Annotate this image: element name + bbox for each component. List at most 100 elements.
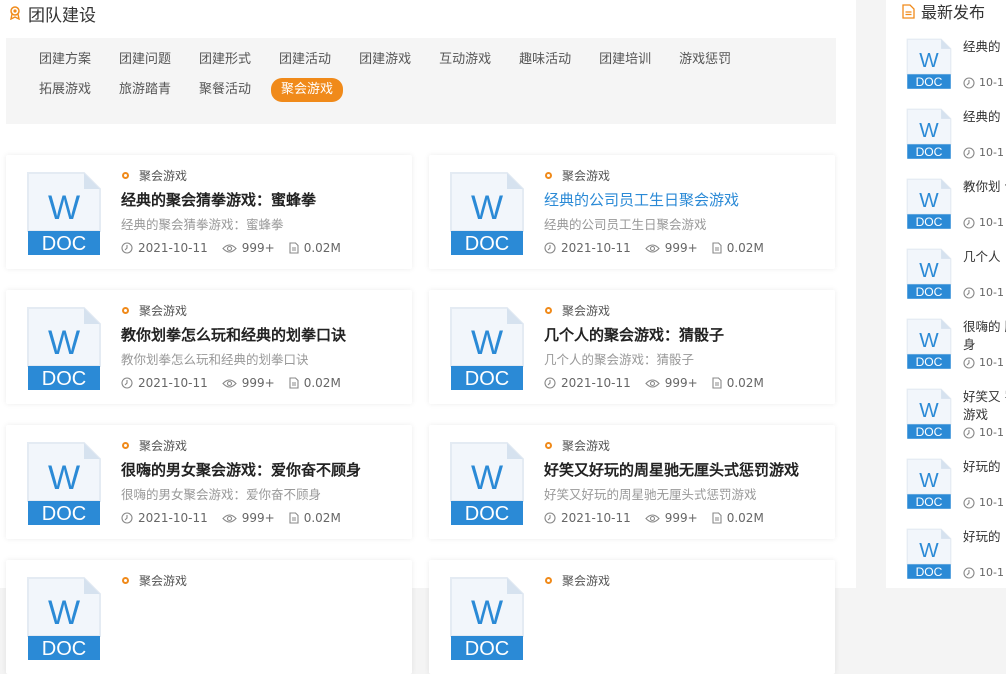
- tag-item[interactable]: 团建游戏: [351, 50, 419, 70]
- tag-item[interactable]: 游戏惩罚: [671, 50, 739, 70]
- article-card[interactable]: W DOC 聚会游戏 好笑又好玩的周星驰无厘头式惩罚游戏 好笑又好玩的周星驰无厘头式惩罚…: [429, 425, 835, 539]
- sidebar-item-title[interactable]: 很嗨的 顾身: [963, 318, 1006, 354]
- sidebar-item-title[interactable]: 教你划 诀: [963, 178, 1006, 196]
- clock-icon: [544, 242, 556, 254]
- doc-file-icon: W DOC: [906, 108, 952, 159]
- card-category[interactable]: 聚会游戏: [545, 167, 610, 184]
- card-title[interactable]: 好笑又好玩的周星驰无厘头式惩罚游戏: [544, 459, 799, 480]
- tag-item[interactable]: 趣味活动: [511, 50, 579, 70]
- sidebar-item-title[interactable]: 好笑又 罚游戏: [963, 388, 1006, 424]
- card-title[interactable]: 经典的聚会猜拳游戏：蜜蜂拳: [121, 189, 316, 210]
- eye-icon: [644, 243, 660, 253]
- sidebar-item[interactable]: W DOC 经典的 10-1: [906, 108, 1006, 170]
- article-card[interactable]: W DOC 聚会游戏: [429, 560, 835, 674]
- eye-icon: [221, 378, 237, 388]
- tag-active[interactable]: 聚会游戏: [271, 78, 344, 102]
- svg-text:DOC: DOC: [42, 638, 86, 660]
- sidebar-item[interactable]: W DOC 很嗨的 顾身 10-1: [906, 318, 1006, 380]
- sidebar-item-title[interactable]: 几个人: [963, 248, 1006, 266]
- sidebar-doc-thumbnail[interactable]: W DOC: [906, 388, 952, 440]
- doc-thumbnail[interactable]: W DOC: [26, 576, 102, 662]
- sidebar-item-title[interactable]: 经典的: [963, 108, 1006, 126]
- sidebar-item[interactable]: W DOC 好玩的 10-1: [906, 528, 1006, 590]
- sidebar-item[interactable]: W DOC 经典的 10-1: [906, 38, 1006, 100]
- tag-item[interactable]: 互动游戏: [431, 50, 499, 70]
- sidebar-item-meta: 10-1: [963, 286, 1004, 299]
- card-category[interactable]: 聚会游戏: [122, 302, 187, 319]
- sidebar-doc-thumbnail[interactable]: W DOC: [906, 178, 952, 230]
- svg-text:W: W: [919, 329, 939, 352]
- tag-item[interactable]: 拓展游戏: [31, 80, 99, 100]
- file-size-icon: [289, 512, 299, 524]
- category-dot-icon: [122, 577, 129, 584]
- article-card[interactable]: W DOC 聚会游戏 经典的公司员工生日聚会游戏 经典的公司员工生日聚会游戏 2021-1…: [429, 155, 835, 269]
- card-size: 0.02M: [303, 376, 341, 390]
- svg-text:W: W: [48, 324, 80, 362]
- card-category[interactable]: 聚会游戏: [545, 437, 610, 454]
- tag-item[interactable]: 团建培训: [591, 50, 659, 70]
- sidebar-item-date: 10-1: [979, 426, 1004, 439]
- card-views: 999+: [664, 511, 698, 525]
- clock-icon: [963, 216, 975, 229]
- sidebar-doc-thumbnail[interactable]: W DOC: [906, 248, 952, 300]
- doc-thumbnail[interactable]: W DOC: [449, 306, 525, 392]
- sidebar-item[interactable]: W DOC 好笑又 罚游戏 10-1: [906, 388, 1006, 450]
- card-category[interactable]: 聚会游戏: [122, 572, 187, 589]
- sidebar-item-title[interactable]: 好玩的: [963, 528, 1006, 546]
- sidebar-doc-thumbnail[interactable]: W DOC: [906, 458, 952, 510]
- svg-text:DOC: DOC: [916, 215, 943, 229]
- tag-item[interactable]: 团建活动: [271, 50, 339, 70]
- clock-icon: [544, 377, 556, 389]
- sidebar-doc-thumbnail[interactable]: W DOC: [906, 528, 952, 580]
- sidebar-item-title[interactable]: 好玩的: [963, 458, 1006, 476]
- doc-thumbnail[interactable]: W DOC: [449, 441, 525, 527]
- card-title[interactable]: 几个人的聚会游戏：猜骰子: [544, 324, 724, 345]
- svg-text:W: W: [919, 399, 939, 422]
- tag-item[interactable]: 聚餐活动: [191, 80, 259, 100]
- sidebar-item[interactable]: W DOC 几个人 10-1: [906, 248, 1006, 310]
- tag-item[interactable]: 团建形式: [191, 50, 259, 70]
- tag-item[interactable]: 旅游踏青: [111, 80, 179, 100]
- card-views: 999+: [241, 511, 275, 525]
- doc-thumbnail[interactable]: W DOC: [449, 576, 525, 662]
- sidebar-item-date: 10-1: [979, 76, 1004, 89]
- svg-text:W: W: [919, 119, 939, 142]
- doc-thumbnail[interactable]: W DOC: [26, 441, 102, 527]
- card-category[interactable]: 聚会游戏: [545, 572, 610, 589]
- article-card[interactable]: W DOC 聚会游戏 几个人的聚会游戏：猜骰子 几个人的聚会游戏：猜骰子 2021-10-…: [429, 290, 835, 404]
- sidebar-item-title[interactable]: 经典的: [963, 38, 1006, 56]
- doc-file-icon: W DOC: [450, 577, 524, 660]
- svg-text:W: W: [471, 594, 503, 632]
- svg-text:DOC: DOC: [916, 75, 943, 89]
- card-title[interactable]: 教你划拳怎么玩和经典的划拳口诀: [121, 324, 346, 345]
- article-card[interactable]: W DOC 聚会游戏: [6, 560, 412, 674]
- article-card[interactable]: W DOC 聚会游戏 经典的聚会猜拳游戏：蜜蜂拳 经典的聚会猜拳游戏：蜜蜂拳 2021-1…: [6, 155, 412, 269]
- tag-item[interactable]: 团建问题: [111, 50, 179, 70]
- card-category[interactable]: 聚会游戏: [545, 302, 610, 319]
- doc-file-icon: W DOC: [450, 307, 524, 390]
- card-category[interactable]: 聚会游戏: [122, 437, 187, 454]
- sidebar-doc-thumbnail[interactable]: W DOC: [906, 108, 952, 160]
- card-size: 0.02M: [726, 511, 764, 525]
- doc-thumbnail[interactable]: W DOC: [26, 171, 102, 257]
- doc-thumbnail[interactable]: W DOC: [449, 171, 525, 257]
- sidebar-doc-thumbnail[interactable]: W DOC: [906, 38, 952, 90]
- sidebar-item[interactable]: W DOC 好玩的 10-1: [906, 458, 1006, 520]
- card-title[interactable]: 经典的公司员工生日聚会游戏: [544, 189, 739, 210]
- card-title[interactable]: 很嗨的男女聚会游戏：爱你奋不顾身: [121, 459, 361, 480]
- doc-file-icon: W DOC: [906, 318, 952, 369]
- category-dot-icon: [545, 577, 552, 584]
- tag-list: 团建方案 团建问题 团建形式 团建活动 团建游戏 互动游戏 趣味活动 团建培训 游戏惩罚拓展游戏…: [31, 50, 831, 102]
- category-dot-icon: [122, 307, 129, 314]
- card-views: 999+: [664, 376, 698, 390]
- article-card[interactable]: W DOC 聚会游戏 教你划拳怎么玩和经典的划拳口诀 教你划拳怎么玩和经典的划拳口诀 20…: [6, 290, 412, 404]
- doc-thumbnail[interactable]: W DOC: [26, 306, 102, 392]
- tag-item[interactable]: 团建方案: [31, 50, 99, 70]
- doc-file-icon: W DOC: [27, 577, 101, 660]
- eye-icon: [221, 513, 237, 523]
- svg-text:DOC: DOC: [916, 425, 943, 439]
- article-card[interactable]: W DOC 聚会游戏 很嗨的男女聚会游戏：爱你奋不顾身 很嗨的男女聚会游戏：爱你奋不顾身…: [6, 425, 412, 539]
- sidebar-doc-thumbnail[interactable]: W DOC: [906, 318, 952, 370]
- card-category[interactable]: 聚会游戏: [122, 167, 187, 184]
- sidebar-item[interactable]: W DOC 教你划 诀 10-1: [906, 178, 1006, 240]
